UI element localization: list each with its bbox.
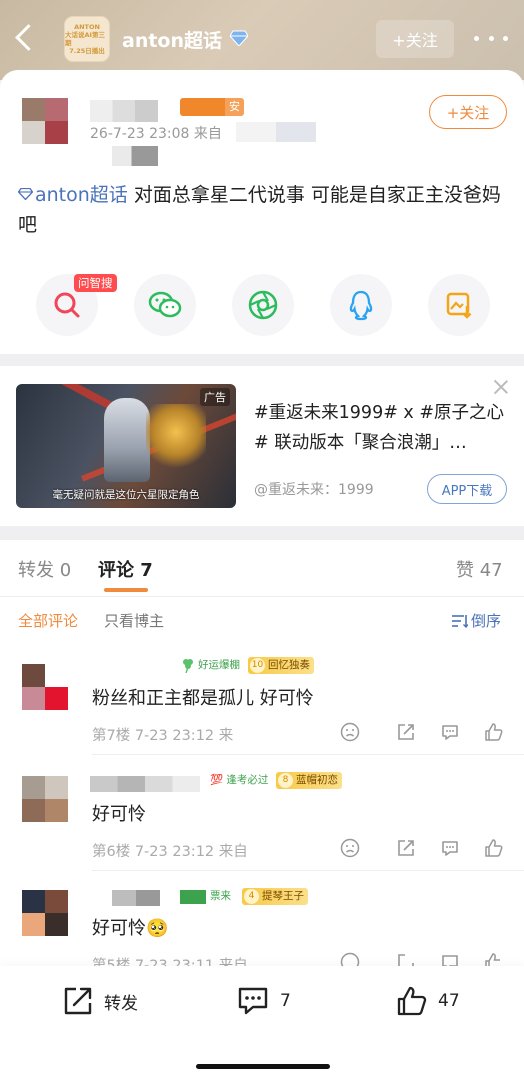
level-title: 蓝帽初恋 — [296, 774, 338, 786]
ai-search-badge: 问智搜 — [74, 274, 117, 292]
reply-icon[interactable] — [440, 722, 460, 742]
ad-image[interactable]: 广告 毫无疑问就是这位六星限定角色 — [16, 384, 236, 508]
repost-icon — [64, 987, 92, 1015]
commenter-tag-mosaic — [180, 890, 206, 904]
topic-title[interactable]: anton超话 — [122, 26, 222, 53]
comment-level-badge: 4 提琴王子 — [242, 888, 308, 905]
comment-count: 7 — [280, 991, 291, 1011]
topic-logo-line-1: ANTON — [74, 23, 100, 31]
hundred-points-icon: 💯 — [210, 774, 224, 786]
author-avatar[interactable] — [22, 98, 68, 144]
comment-text[interactable]: 好可怜🥺 — [92, 914, 168, 940]
repost-button[interactable]: 转发 — [62, 984, 138, 1018]
level-number: 8 — [278, 773, 293, 788]
post-time: 26-7-23 23:08 来自 — [90, 126, 222, 142]
comment-level-badge: 8 蓝帽初恋 — [276, 772, 342, 789]
ad-source[interactable]: @重返未来：1999 — [254, 479, 374, 499]
share-moments-button[interactable] — [232, 274, 294, 336]
comments-section — [0, 540, 524, 980]
follow-author-button[interactable]: +关注 — [429, 95, 507, 129]
ai-search-icon — [54, 292, 80, 318]
save-image-button[interactable] — [428, 274, 490, 336]
share-icon[interactable] — [396, 838, 416, 858]
commenter-name-mosaic — [90, 776, 200, 792]
comment-avatar[interactable] — [22, 664, 68, 710]
home-indicator — [196, 1064, 330, 1069]
like-count: 47 — [438, 991, 460, 1011]
author-name-mosaic — [90, 100, 158, 122]
back-arrow-icon[interactable] — [10, 22, 40, 56]
share-icon[interactable] — [396, 722, 416, 742]
top-header: ANTON 大话说AI第三期 7.25日播出 anton超话 +关注 — [0, 0, 524, 80]
comment-level-badge: 10 回忆独奏 — [248, 657, 314, 674]
location-mosaic — [236, 122, 316, 142]
ad-title[interactable]: #重返未来1999# x #原子之心# 联动版本「聚合浪潮」… — [254, 398, 506, 458]
ad-caption: 毫无疑问就是这位六星限定角色 — [52, 489, 200, 501]
follow-topic-button[interactable]: +关注 — [376, 20, 454, 58]
comment-avatar[interactable] — [22, 776, 68, 822]
comment-badge: 好运爆棚 — [198, 659, 240, 671]
filter-all-comments[interactable]: 全部评论 — [18, 610, 78, 631]
qq-icon — [349, 290, 373, 321]
tab-comments[interactable]: 评论 7 — [98, 556, 153, 582]
comment-badge: 💯 逢考必过 — [206, 772, 272, 789]
close-ad-icon[interactable] — [492, 378, 510, 396]
topic-logo[interactable]: ANTON 大话说AI第三期 7.25日播出 — [64, 16, 110, 62]
filter-author-only[interactable]: 只看博主 — [104, 610, 164, 631]
tabs-divider — [0, 596, 524, 597]
thumbs-up-icon — [397, 986, 427, 1016]
wechat-icon — [148, 291, 182, 318]
topic-diamond-icon — [18, 188, 33, 200]
comment-button[interactable]: 7 — [236, 984, 291, 1018]
author-tag: 安 — [180, 98, 244, 116]
comment-text[interactable]: 好可怜 — [92, 800, 146, 826]
repost-label: 转发 — [104, 993, 138, 1014]
sort-label: 倒序 — [471, 612, 502, 630]
diamond-icon — [230, 30, 248, 46]
moments-icon — [248, 290, 278, 320]
source-mosaic — [92, 146, 158, 166]
level-title: 回忆独奏 — [268, 659, 310, 671]
comment-text[interactable]: 粉丝和正主都是孤儿 好可怜 — [92, 684, 314, 710]
comment-meta: 第7楼 7-23 23:12 来 — [92, 728, 234, 744]
more-options-icon[interactable] — [474, 28, 508, 48]
tab-reposts[interactable]: 转发 0 — [18, 556, 71, 582]
level-number: 4 — [244, 889, 259, 904]
level-number: 10 — [250, 658, 265, 673]
save-image-icon — [446, 292, 472, 319]
comment-badge: 票来 — [210, 890, 231, 902]
comment-meta: 第6楼 7-23 23:12 来自 — [92, 844, 248, 860]
comment-bubble-icon — [238, 987, 268, 1015]
app-download-button[interactable]: APP下载 — [427, 474, 507, 504]
like-icon[interactable] — [484, 838, 504, 858]
dislike-face-icon[interactable] — [340, 838, 360, 858]
reply-icon[interactable] — [440, 838, 460, 858]
topic-logo-line-3: 7.25日播出 — [69, 47, 105, 55]
commenter-name-mosaic — [112, 890, 160, 906]
share-wechat-button[interactable] — [134, 274, 196, 336]
sort-icon — [452, 615, 469, 629]
tab-likes[interactable]: 赞 47 — [456, 556, 503, 582]
comment-divider — [92, 754, 524, 755]
share-qq-button[interactable] — [330, 274, 392, 336]
sort-button[interactable]: 倒序 — [452, 610, 501, 631]
like-button[interactable]: 47 — [396, 984, 460, 1018]
topic-logo-line-2: 大话说AI第三期 — [65, 31, 105, 47]
comment-divider — [92, 870, 524, 871]
ad-label: 广告 — [200, 388, 230, 406]
like-icon[interactable] — [484, 722, 504, 742]
dislike-face-icon[interactable] — [340, 722, 360, 742]
topic-link[interactable]: anton超话 — [35, 184, 128, 206]
comment-avatar[interactable] — [22, 890, 68, 936]
badge-text: 逢考必过 — [226, 774, 269, 786]
post-body: anton超话 对面总拿星二代说事 可能是自家正主没爸妈吧 — [18, 180, 510, 240]
level-title: 提琴王子 — [262, 890, 304, 902]
clover-icon — [183, 659, 193, 673]
active-tab-indicator — [104, 588, 148, 592]
